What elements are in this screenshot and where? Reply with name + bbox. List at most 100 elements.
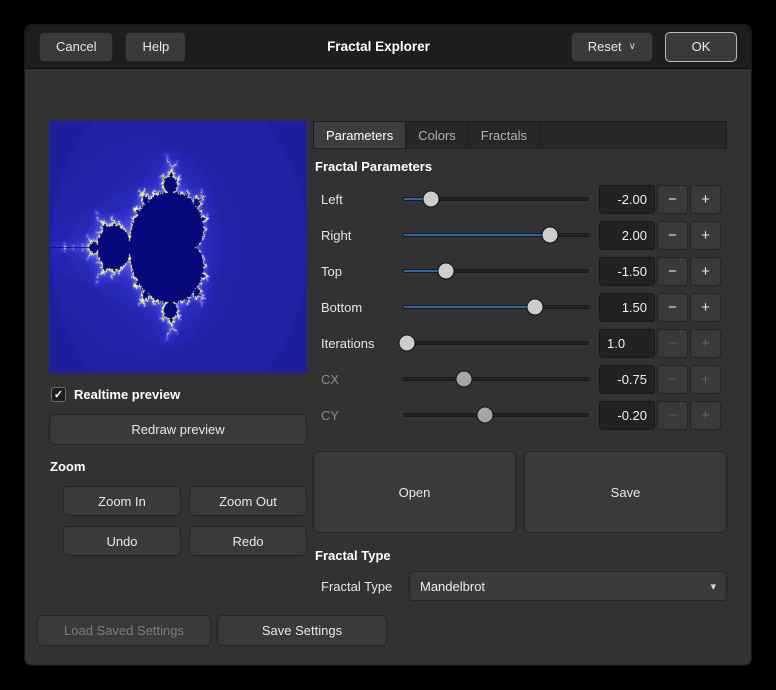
undo-label: Undo xyxy=(106,534,137,549)
redraw-preview-label: Redraw preview xyxy=(131,422,224,437)
plus-button: + xyxy=(690,365,721,394)
tab-fractals[interactable]: Fractals xyxy=(469,122,540,148)
plus-button[interactable]: + xyxy=(690,221,721,250)
minus-icon: − xyxy=(668,299,677,316)
redo-button[interactable]: Redo xyxy=(189,526,307,556)
plus-icon: + xyxy=(701,335,710,352)
undo-button[interactable]: Undo xyxy=(63,526,181,556)
param-row-left: Left -2.00 − + xyxy=(313,181,727,217)
param-label-cy: CY xyxy=(321,408,403,423)
reset-label: Reset xyxy=(588,39,622,54)
minus-icon: − xyxy=(668,371,677,388)
plus-icon: + xyxy=(701,263,710,280)
checkbox-check-icon[interactable]: ✓ xyxy=(51,387,66,402)
param-row-top: Top -1.50 − + xyxy=(313,253,727,289)
minus-button[interactable]: − xyxy=(657,221,688,250)
value-left[interactable]: -2.00 xyxy=(599,185,655,214)
slider-left[interactable] xyxy=(403,189,589,209)
zoom-heading: Zoom xyxy=(50,459,85,474)
plus-icon: + xyxy=(701,371,710,388)
zoom-out-button[interactable]: Zoom Out xyxy=(189,486,307,516)
value-top[interactable]: -1.50 xyxy=(599,257,655,286)
realtime-preview-checkbox[interactable]: ✓ Realtime preview xyxy=(51,387,180,402)
minus-button[interactable]: − xyxy=(657,257,688,286)
save-settings-button[interactable]: Save Settings xyxy=(217,615,387,646)
param-label-left: Left xyxy=(321,192,403,207)
open-button[interactable]: Open xyxy=(313,451,516,533)
window-title: Fractal Explorer xyxy=(198,39,558,54)
minus-icon: − xyxy=(668,335,677,352)
save-button[interactable]: Save xyxy=(524,451,727,533)
param-label-bottom: Bottom xyxy=(321,300,403,315)
help-button[interactable]: Help xyxy=(125,32,186,62)
value-bottom[interactable]: 1.50 xyxy=(599,293,655,322)
dialog-content: ✓ Realtime preview Redraw preview Zoom Z… xyxy=(25,69,751,666)
fractal-type-selected: Mandelbrot xyxy=(420,579,710,594)
minus-icon: − xyxy=(668,407,677,424)
slider-cx xyxy=(403,369,589,389)
dropdown-arrow-icon: ▾ xyxy=(710,580,716,593)
param-row-cy: CY -0.20 − + xyxy=(313,397,727,433)
ok-button[interactable]: OK xyxy=(665,32,737,62)
tab-colors-label: Colors xyxy=(418,128,456,143)
minus-button: − xyxy=(657,365,688,394)
minus-icon: − xyxy=(668,263,677,280)
fractal-preview[interactable] xyxy=(49,121,307,373)
redo-label: Redo xyxy=(232,534,263,549)
plus-button[interactable]: + xyxy=(690,185,721,214)
slider-handle xyxy=(456,371,473,388)
open-label: Open xyxy=(399,485,431,500)
zoom-out-label: Zoom Out xyxy=(219,494,277,509)
plus-icon: + xyxy=(701,407,710,424)
chevron-down-icon: ∨ xyxy=(629,42,636,52)
plus-button[interactable]: + xyxy=(690,293,721,322)
slider-bottom[interactable] xyxy=(403,297,589,317)
fractal-parameters-heading: Fractal Parameters xyxy=(313,149,727,181)
tab-bar: Parameters Colors Fractals xyxy=(313,121,727,149)
value-iterations[interactable]: 1.0 xyxy=(599,329,655,358)
save-label: Save xyxy=(611,485,641,500)
slider-handle[interactable] xyxy=(422,191,439,208)
slider-handle[interactable] xyxy=(437,263,454,280)
tab-parameters-label: Parameters xyxy=(326,128,393,143)
fractal-type-dropdown[interactable]: Mandelbrot ▾ xyxy=(409,571,727,601)
cancel-button[interactable]: Cancel xyxy=(39,32,113,62)
value-right[interactable]: 2.00 xyxy=(599,221,655,250)
slider-handle[interactable] xyxy=(398,335,415,352)
param-label-cx: CX xyxy=(321,372,403,387)
tab-fractals-label: Fractals xyxy=(481,128,527,143)
param-label-top: Top xyxy=(321,264,403,279)
tab-parameters[interactable]: Parameters xyxy=(314,122,406,148)
slider-track xyxy=(403,233,589,237)
fractal-type-heading: Fractal Type xyxy=(315,548,727,563)
plus-icon: + xyxy=(701,299,710,316)
param-row-cx: CX -0.75 − + xyxy=(313,361,727,397)
minus-button[interactable]: − xyxy=(657,185,688,214)
value-cy: -0.20 xyxy=(599,401,655,430)
minus-icon: − xyxy=(668,191,677,208)
slider-track xyxy=(403,413,589,417)
slider-right[interactable] xyxy=(403,225,589,245)
slider-handle[interactable] xyxy=(527,299,544,316)
param-label-right: Right xyxy=(321,228,403,243)
tab-colors[interactable]: Colors xyxy=(406,122,469,148)
reset-button[interactable]: Reset ∨ xyxy=(571,32,653,62)
slider-track xyxy=(403,341,589,345)
plus-button[interactable]: + xyxy=(690,257,721,286)
slider-handle[interactable] xyxy=(541,227,558,244)
plus-icon: + xyxy=(701,227,710,244)
slider-top[interactable] xyxy=(403,261,589,281)
plus-button: + xyxy=(690,329,721,358)
minus-button: − xyxy=(657,401,688,430)
help-label: Help xyxy=(142,39,169,54)
slider-iterations[interactable] xyxy=(403,333,589,353)
zoom-in-button[interactable]: Zoom In xyxy=(63,486,181,516)
save-settings-label: Save Settings xyxy=(262,623,342,638)
open-save-row: Open Save xyxy=(313,451,727,533)
zoom-in-label: Zoom In xyxy=(98,494,146,509)
slider-cy xyxy=(403,405,589,425)
minus-button[interactable]: − xyxy=(657,293,688,322)
minus-icon: − xyxy=(668,227,677,244)
fractal-preview-canvas[interactable] xyxy=(49,121,307,373)
redraw-preview-button[interactable]: Redraw preview xyxy=(49,414,307,445)
